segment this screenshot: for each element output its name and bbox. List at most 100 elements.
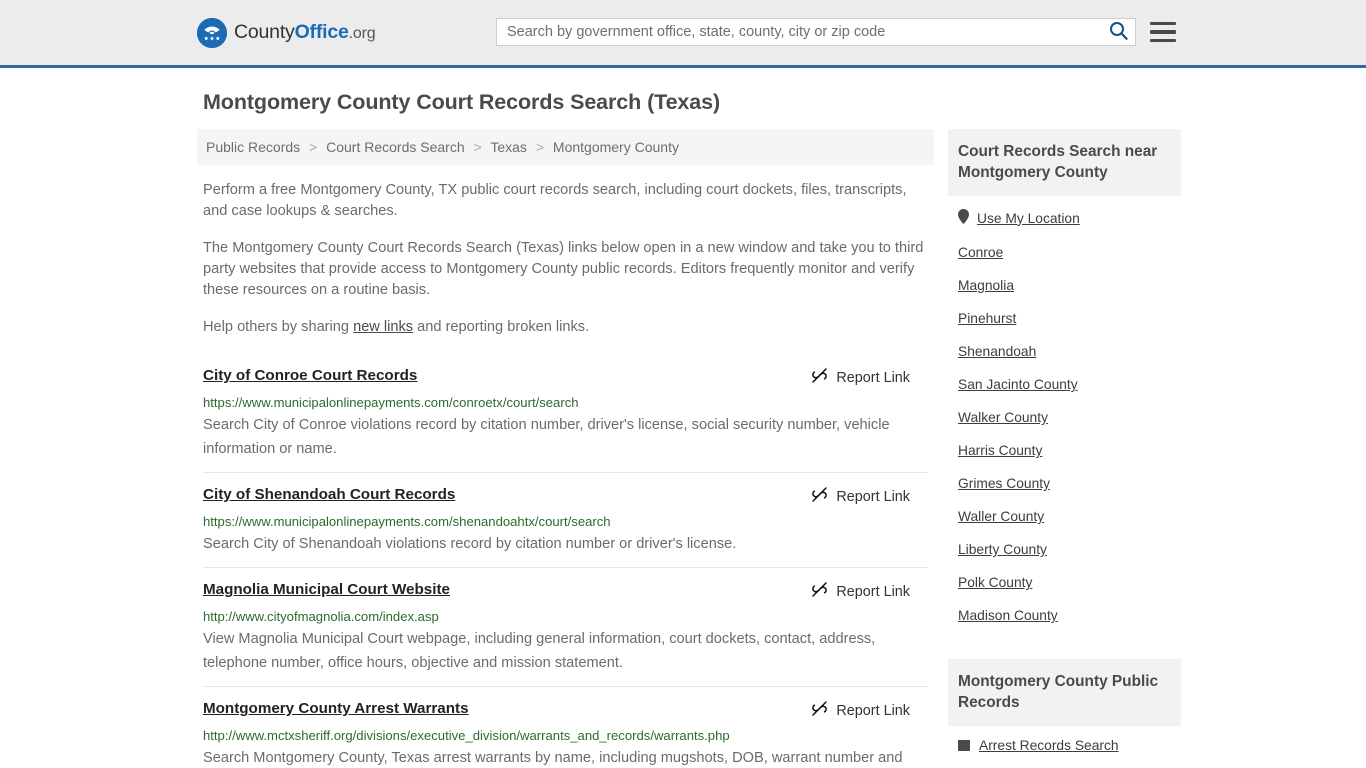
result-item: Magnolia Municipal Court Website Report L… [203,567,928,686]
use-my-location-row[interactable]: Use My Location [958,196,1171,235]
sidebar-nearby-links: Use My Location Conroe Magnolia Pinehurst S… [948,196,1181,631]
search-icon [1109,21,1128,43]
sidebar-nearby-item[interactable]: Shenandoah [958,334,1171,367]
use-my-location-link[interactable]: Use My Location [977,211,1080,226]
result-url: https://www.municipalonlinepayments.com/… [203,395,579,410]
result-url: http://www.cityofmagnolia.com/index.asp [203,609,439,624]
sidebar-nearby-item[interactable]: Grimes County [958,466,1171,499]
sidebar-nearby-item[interactable]: Magnolia [958,268,1171,301]
search-button[interactable] [1101,19,1135,45]
site-header: CountyOffice.org [0,0,1366,68]
sidebar-nearby-link[interactable]: Grimes County [958,476,1050,491]
result-header: City of Shenandoah Court Records Report L… [203,485,928,508]
report-link-label: Report Link [836,370,910,386]
new-links-link[interactable]: new links [353,319,413,335]
report-link-button[interactable]: Report Link [811,367,910,389]
breadcrumb-separator: > [309,139,318,155]
result-description: Search City of Conroe violations record … [203,417,890,457]
breadcrumb-separator: > [535,139,545,155]
sidebar-nearby-link[interactable]: Liberty County [958,542,1047,557]
result-description: Search Montgomery County, Texas arrest w… [203,750,903,766]
breadcrumb-item-public-records[interactable]: Public Records [206,139,300,155]
breadcrumb-separator: > [473,139,482,155]
result-item: Montgomery County Arrest Warrants Report … [203,686,928,768]
sidebar-nearby-link[interactable]: Pinehurst [958,311,1016,326]
result-item: City of Conroe Court Records Report Link h… [203,360,928,472]
sidebar-nearby-link[interactable]: Madison County [958,608,1058,623]
report-link-button[interactable]: Report Link [811,486,910,508]
intro-p3-before: Help others by sharing [203,319,354,335]
breadcrumb-item-montgomery-county: Montgomery County [552,139,679,155]
site-logo[interactable]: CountyOffice.org [197,17,376,48]
intro-p3-after: and reporting broken links. [413,319,590,335]
sidebar-nearby-item[interactable]: Pinehurst [958,301,1171,334]
breadcrumb-item-texas[interactable]: Texas [490,139,527,155]
result-header: Magnolia Municipal Court Website Report L… [203,580,928,603]
public-records-item[interactable]: Arrest Records Search [958,726,1171,753]
report-link-label: Report Link [836,703,910,719]
report-link-button[interactable]: Report Link [811,700,910,722]
sidebar-nearby-title: Court Records Search near Montgomery Cou… [948,129,1181,196]
result-title-link[interactable]: City of Shenandoah Court Records [203,485,455,504]
sidebar-nearby-item[interactable]: Harris County [958,433,1171,466]
logo-text-county: County [234,21,295,43]
sidebar: Court Records Search near Montgomery Cou… [948,129,1181,753]
result-title-link[interactable]: Magnolia Municipal Court Website [203,580,450,599]
sidebar-nearby-item[interactable]: San Jacinto County [958,367,1171,400]
sidebar-nearby-link[interactable]: San Jacinto County [958,377,1078,392]
sidebar-nearby-link[interactable]: Walker County [958,410,1048,425]
hamburger-bar [1150,22,1176,26]
result-url: https://www.municipalonlinepayments.com/… [203,514,611,529]
sidebar-nearby-item[interactable]: Polk County [958,565,1171,598]
logo-text-org: .org [348,25,376,42]
intro-text: Perform a free Montgomery County, TX pub… [197,180,934,338]
result-title-link[interactable]: Montgomery County Arrest Warrants [203,699,469,718]
sidebar-nearby-link[interactable]: Harris County [958,443,1042,458]
breadcrumb-item-court-records-search[interactable]: Court Records Search [326,139,465,155]
sidebar-nearby-item[interactable]: Walker County [958,400,1171,433]
sidebar-nearby-item[interactable]: Waller County [958,499,1171,532]
hamburger-bar [1150,38,1176,42]
page-container: Montgomery County Court Records Search (… [0,68,1366,768]
hamburger-menu-icon[interactable] [1150,20,1176,44]
breadcrumb: Public Records > Court Records Search > … [197,129,934,165]
main-column: Public Records > Court Records Search > … [197,129,934,768]
eagle-seal-icon [197,17,227,48]
sidebar-nearby-link[interactable]: Conroe [958,245,1003,260]
sidebar-nearby-item[interactable]: Conroe [958,235,1171,268]
sidebar-nearby-link[interactable]: Magnolia [958,278,1014,293]
results-list: City of Conroe Court Records Report Link h… [197,360,934,768]
result-description: View Magnolia Municipal Court webpage, i… [203,631,876,671]
intro-paragraph-3: Help others by sharing new links and rep… [203,317,928,338]
search-input[interactable] [497,19,1101,45]
page-title: Montgomery County Court Records Search (… [203,90,721,114]
logo-text-office: Office [294,21,349,43]
broken-link-icon [811,581,828,603]
site-logo-text: CountyOffice.org [234,21,376,44]
intro-paragraph-1: Perform a free Montgomery County, TX pub… [203,182,907,219]
result-title-link[interactable]: City of Conroe Court Records [203,366,417,385]
sidebar-nearby-link[interactable]: Waller County [958,509,1044,524]
public-records-link[interactable]: Arrest Records Search [979,738,1119,753]
sidebar-nearby-link[interactable]: Shenandoah [958,344,1036,359]
broken-link-icon [811,486,828,508]
result-header: City of Conroe Court Records Report Link [203,366,928,389]
report-link-button[interactable]: Report Link [811,581,910,603]
intro-paragraph-2: The Montgomery County Court Records Sear… [203,240,924,298]
result-url: http://www.mctxsheriff.org/divisions/exe… [203,728,730,743]
sidebar-nearby-link[interactable]: Polk County [958,575,1032,590]
content-columns: Public Records > Court Records Search > … [197,129,1181,768]
sidebar-nearby-item[interactable]: Liberty County [958,532,1171,565]
search-bar [496,18,1136,46]
square-bullet-icon [958,740,970,751]
result-header: Montgomery County Arrest Warrants Report … [203,699,928,722]
map-pin-icon [958,209,969,227]
report-link-label: Report Link [836,489,910,505]
result-description: Search City of Shenandoah violations rec… [203,536,737,552]
hamburger-bar [1150,30,1176,34]
sidebar-public-records-links: Arrest Records Search [948,726,1181,753]
broken-link-icon [811,700,828,722]
sidebar-nearby-item[interactable]: Madison County [958,598,1171,631]
broken-link-icon [811,367,828,389]
result-item: City of Shenandoah Court Records Report L… [203,472,928,567]
